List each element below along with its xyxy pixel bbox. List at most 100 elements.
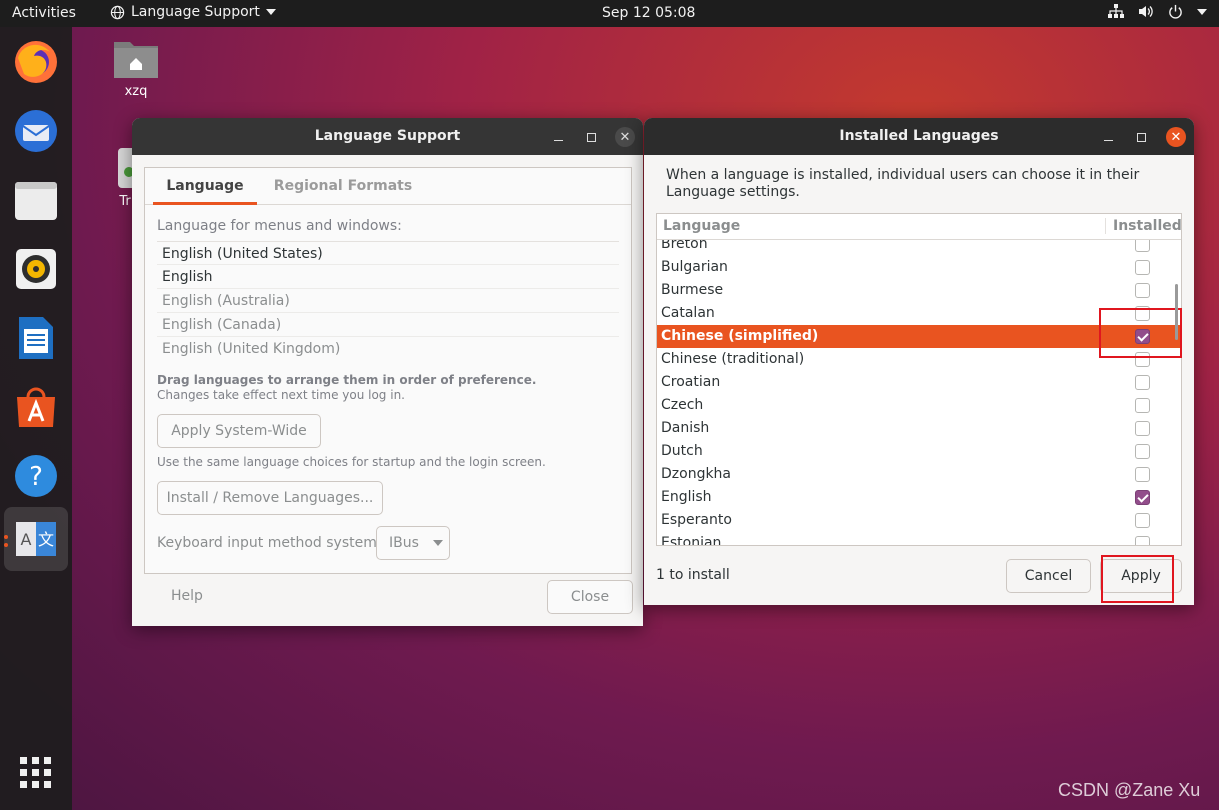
installed-checkbox[interactable] [1135, 283, 1150, 298]
svg-text:?: ? [29, 462, 43, 492]
cancel-button[interactable]: Cancel [1006, 559, 1091, 593]
keyboard-input-label: Keyboard input method system: [157, 535, 382, 551]
table-row[interactable]: Dzongkha [657, 463, 1181, 486]
help-icon: ? [15, 455, 57, 497]
thunderbird-icon [15, 110, 57, 152]
rhythmbox-launcher[interactable] [10, 243, 62, 295]
installed-checkbox[interactable] [1135, 375, 1150, 390]
thunderbird-launcher[interactable] [10, 105, 62, 157]
language-preference-list[interactable]: English (United States) English English … [157, 241, 619, 361]
list-item[interactable]: English (United States) [157, 241, 619, 265]
maximize-icon [586, 132, 596, 142]
language-name: Dzongkha [661, 466, 732, 482]
table-row[interactable]: Dutch [657, 440, 1181, 463]
table-row[interactable]: Danish [657, 417, 1181, 440]
firefox-launcher[interactable] [10, 36, 62, 88]
activities-button[interactable]: Activities [12, 5, 76, 21]
minimize-button[interactable] [1098, 127, 1118, 147]
drag-hint: Drag languages to arrange them in order … [157, 373, 537, 387]
language-name: Catalan [661, 305, 715, 321]
minimize-icon [1103, 139, 1113, 141]
close-icon: ✕ [1170, 129, 1182, 145]
language-name: Chinese (simplified) [661, 328, 819, 344]
keyboard-input-select[interactable]: IBus [376, 526, 450, 560]
table-row[interactable]: Croatian [657, 371, 1181, 394]
installed-languages-titlebar[interactable]: Installed Languages ✕ [644, 118, 1194, 155]
installed-checkbox[interactable] [1135, 467, 1150, 482]
home-folder-label: xzq [124, 84, 148, 99]
tab-regional-formats[interactable]: Regional Formats [269, 168, 417, 205]
watermark: CSDN @Zane Xu [1058, 780, 1201, 800]
show-applications-button[interactable] [10, 747, 62, 799]
clock[interactable]: Sep 12 05:08 [602, 5, 695, 21]
volume-icon [1139, 6, 1153, 17]
close-button[interactable]: Close [547, 580, 633, 614]
table-row[interactable]: Esperanto [657, 509, 1181, 532]
highlight-box-apply [1101, 555, 1174, 603]
maximize-button[interactable] [581, 127, 601, 147]
column-header-installed[interactable]: Installed [1105, 218, 1181, 234]
installed-checkbox[interactable] [1135, 421, 1150, 436]
installed-checkbox[interactable] [1135, 444, 1150, 459]
table-header: Language Installed [657, 214, 1181, 240]
apply-system-wide-button[interactable]: Apply System-Wide [157, 414, 321, 448]
language-support-launcher[interactable]: A文 [4, 507, 68, 571]
writer-launcher[interactable] [10, 312, 62, 364]
window-title: Language Support [314, 128, 461, 144]
list-item[interactable]: English (Australia) [157, 289, 619, 313]
desktop-home-folder[interactable]: xzq [106, 36, 166, 99]
installed-checkbox[interactable] [1135, 398, 1150, 413]
running-indicator [4, 543, 8, 547]
system-tray[interactable] [1108, 4, 1207, 19]
list-item[interactable]: English (Canada) [157, 313, 619, 337]
language-name: Burmese [661, 282, 724, 298]
language-support-titlebar[interactable]: Language Support ✕ [132, 118, 643, 155]
installed-checkbox[interactable] [1135, 536, 1150, 545]
network-icon [1108, 4, 1124, 18]
languages-table[interactable]: Language Installed Breton Bulgarian Burmes… [656, 213, 1182, 546]
language-name: Esperanto [661, 512, 732, 528]
app-grid-icon [20, 757, 51, 788]
help-button[interactable]: Help [171, 588, 203, 604]
language-name: Dutch [661, 443, 703, 459]
scrollbar[interactable] [1175, 284, 1178, 340]
language-name: Czech [661, 397, 704, 413]
document-icon [19, 317, 53, 359]
minimize-button[interactable] [548, 127, 568, 147]
tab-language[interactable]: Language [153, 168, 257, 205]
dock: ? A文 [0, 27, 72, 810]
close-window-button[interactable]: ✕ [615, 127, 635, 147]
table-row[interactable]: Burmese [657, 279, 1181, 302]
close-window-button[interactable]: ✕ [1166, 127, 1186, 147]
help-launcher[interactable]: ? [10, 450, 62, 502]
highlight-box-checkbox [1099, 308, 1182, 358]
app-menu[interactable]: Language Support [110, 4, 276, 20]
maximize-icon [1136, 132, 1146, 142]
installed-checkbox[interactable] [1135, 490, 1150, 505]
maximize-button[interactable] [1131, 127, 1151, 147]
table-row[interactable]: Bulgarian [657, 256, 1181, 279]
language-name: Estonian [661, 535, 722, 546]
power-icon [1169, 4, 1182, 19]
language-name: Chinese (traditional) [661, 351, 805, 367]
table-row[interactable]: Czech [657, 394, 1181, 417]
folder-icon [15, 182, 57, 220]
home-folder-icon [114, 42, 158, 78]
installed-checkbox[interactable] [1135, 513, 1150, 528]
software-launcher[interactable] [10, 381, 62, 433]
table-row[interactable]: Estonian [657, 532, 1181, 546]
firefox-icon [15, 41, 57, 83]
close-icon: ✕ [619, 129, 631, 145]
column-header-language[interactable]: Language [663, 218, 740, 234]
menus-language-label: Language for menus and windows: [157, 218, 402, 234]
app-menu-label: Language Support [131, 4, 260, 20]
files-launcher[interactable] [10, 174, 62, 226]
install-status: 1 to install [656, 567, 730, 583]
changes-hint: Changes take effect next time you log in… [157, 388, 405, 402]
table-row[interactable]: English [657, 486, 1181, 509]
list-item[interactable]: English [157, 265, 619, 289]
installed-languages-window: Installed Languages ✕ When a language is… [644, 118, 1194, 605]
list-item[interactable]: English (United Kingdom) [157, 337, 619, 361]
installed-checkbox[interactable] [1135, 260, 1150, 275]
install-remove-languages-button[interactable]: Install / Remove Languages... [157, 481, 383, 515]
